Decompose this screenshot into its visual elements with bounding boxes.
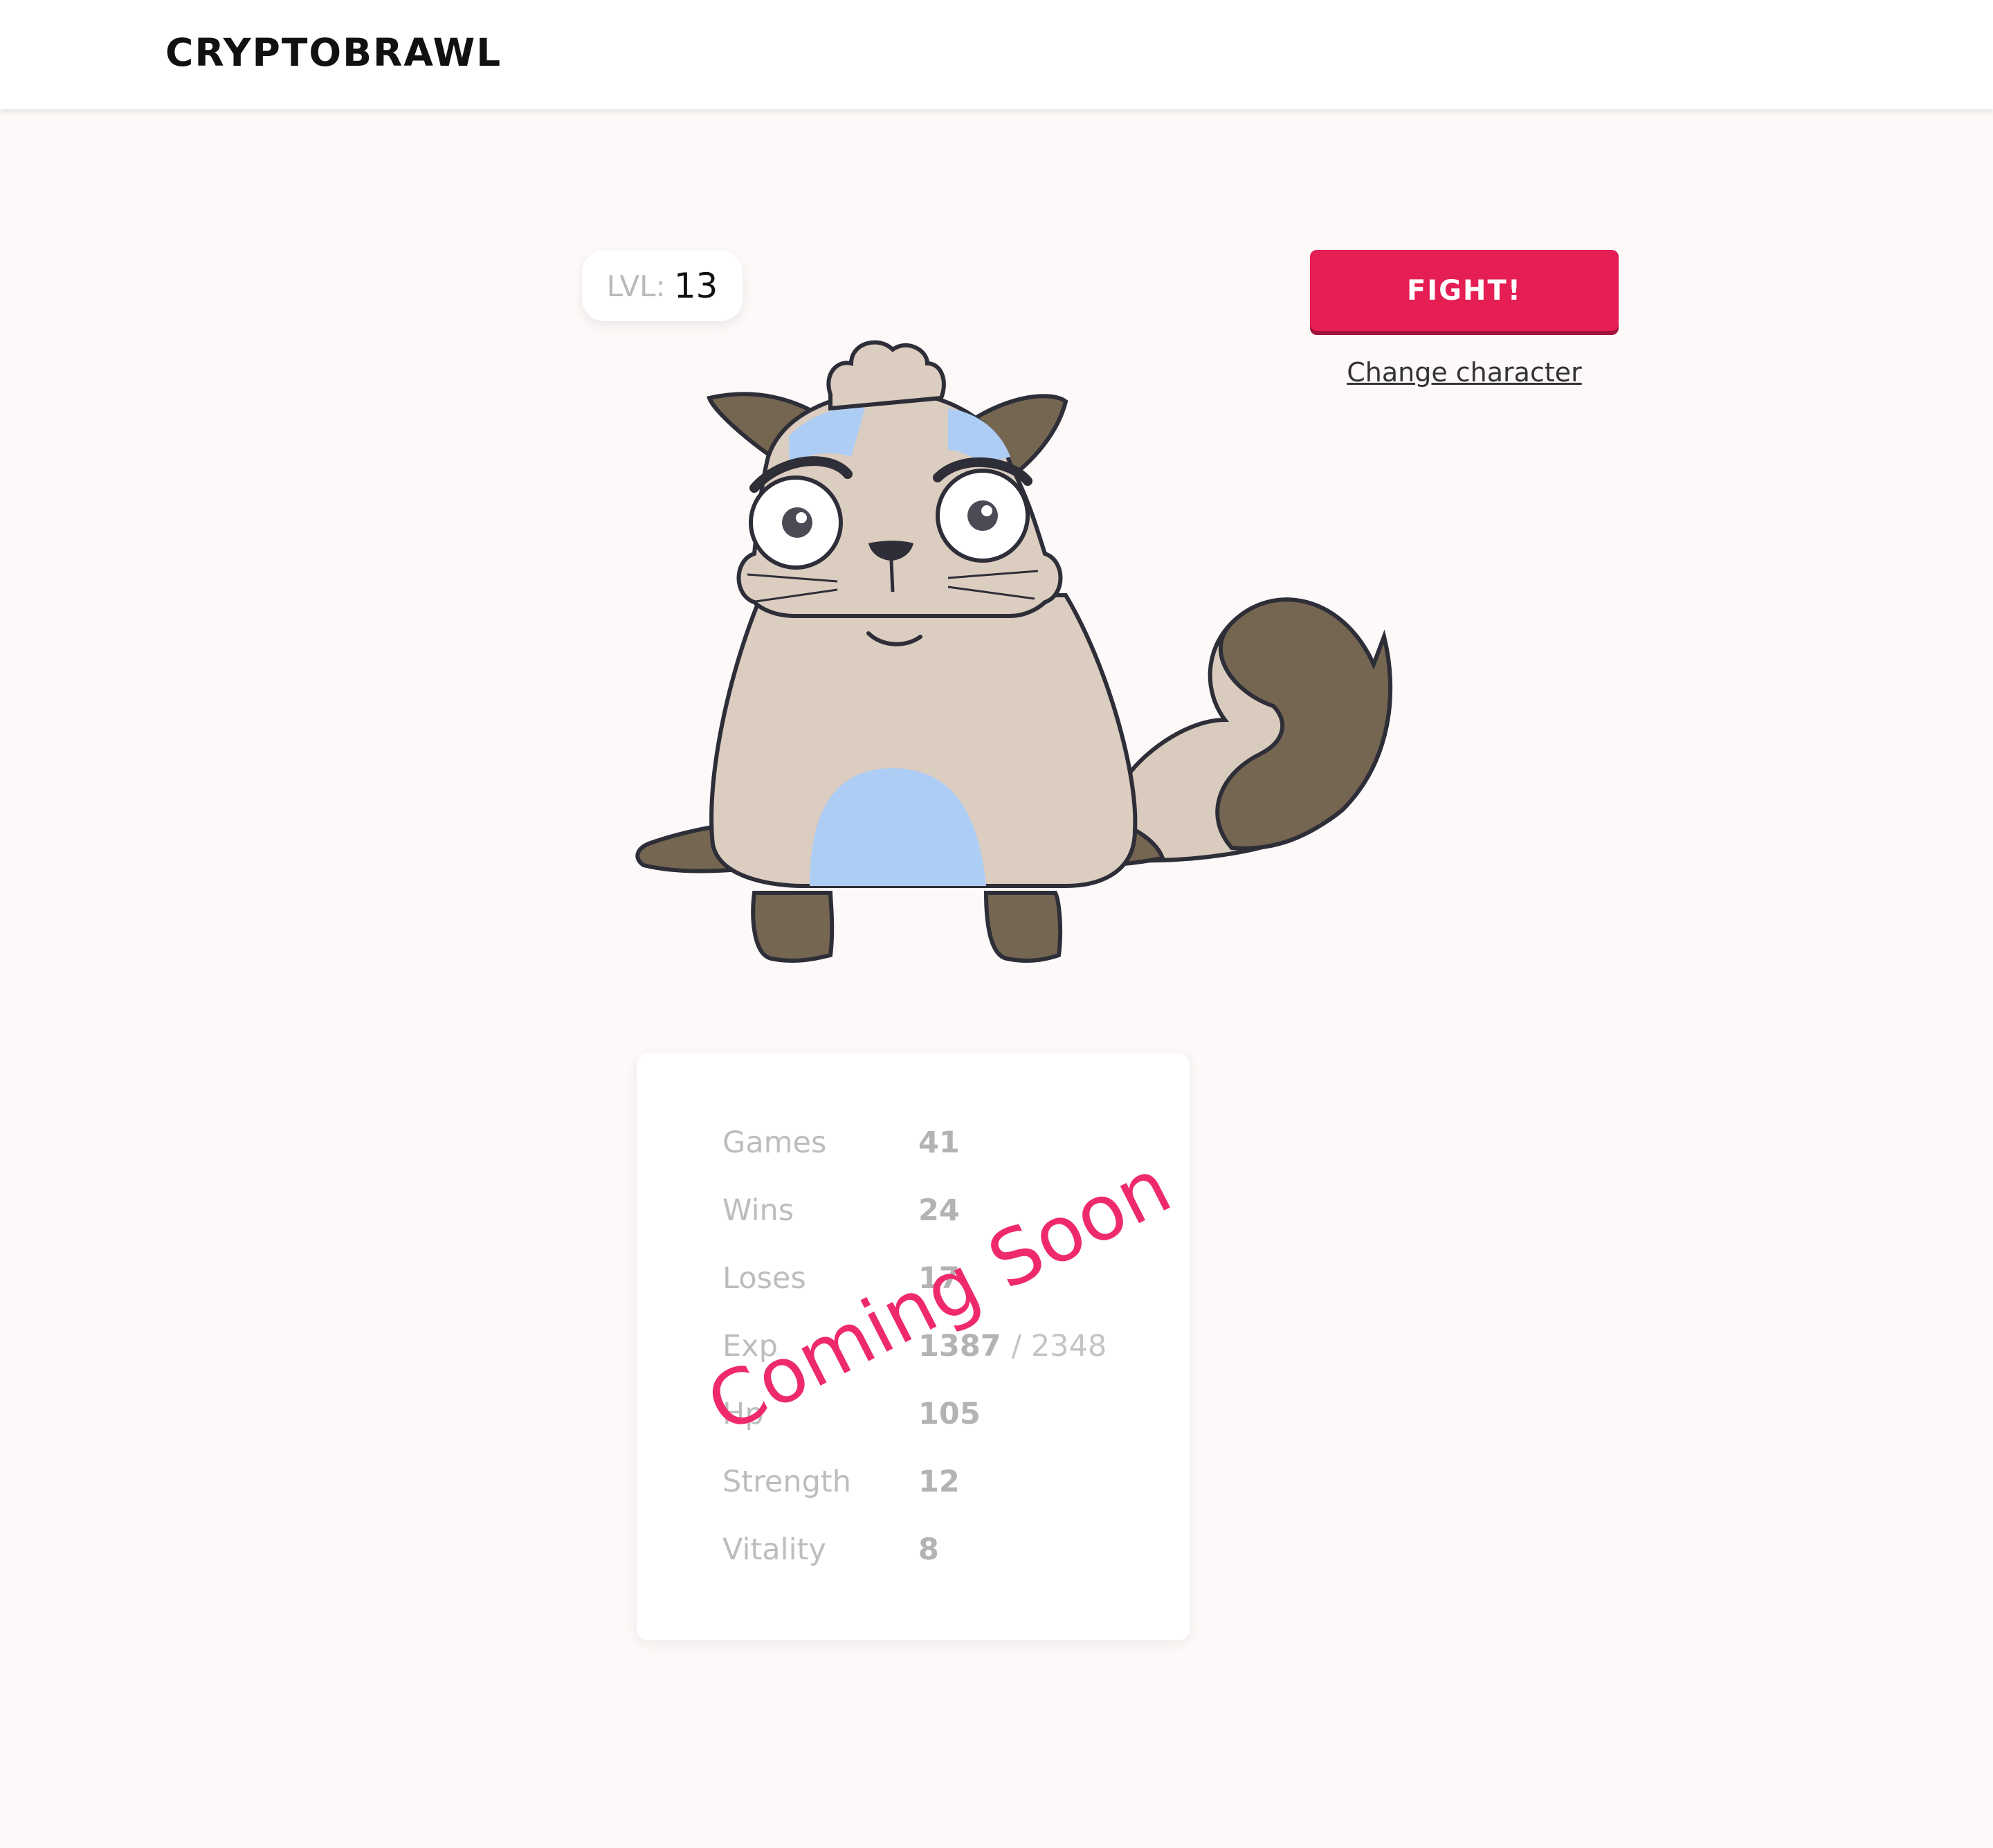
stat-row-strength: Strength 12 [722, 1465, 1138, 1506]
fight-button[interactable]: FIGHT! [1310, 250, 1619, 331]
stat-value: 8 [918, 1532, 939, 1567]
stat-value: 12 [918, 1465, 960, 1499]
stat-label: Games [722, 1125, 827, 1160]
stat-label: Loses [722, 1261, 806, 1296]
stat-value: 24 [918, 1193, 960, 1228]
stat-row-vitality: Vitality 8 [722, 1532, 1138, 1574]
top-bar: CRYPTOBRAWL [0, 0, 1993, 109]
stat-value: 41 [918, 1125, 960, 1160]
stat-label: Strength [722, 1465, 852, 1499]
stat-value: 105 [918, 1397, 981, 1431]
stat-label: Wins [722, 1193, 794, 1228]
character-image [635, 340, 1393, 963]
stat-row-games: Games 41 [722, 1125, 1138, 1167]
logo[interactable]: CRYPTOBRAWL [165, 30, 502, 75]
level-badge: LVL: 13 [582, 251, 743, 321]
exp-total: / 2348 [1011, 1329, 1107, 1364]
stat-label: Vitality [722, 1532, 826, 1567]
level-value: 13 [673, 266, 718, 306]
level-label: LVL: [606, 269, 666, 303]
